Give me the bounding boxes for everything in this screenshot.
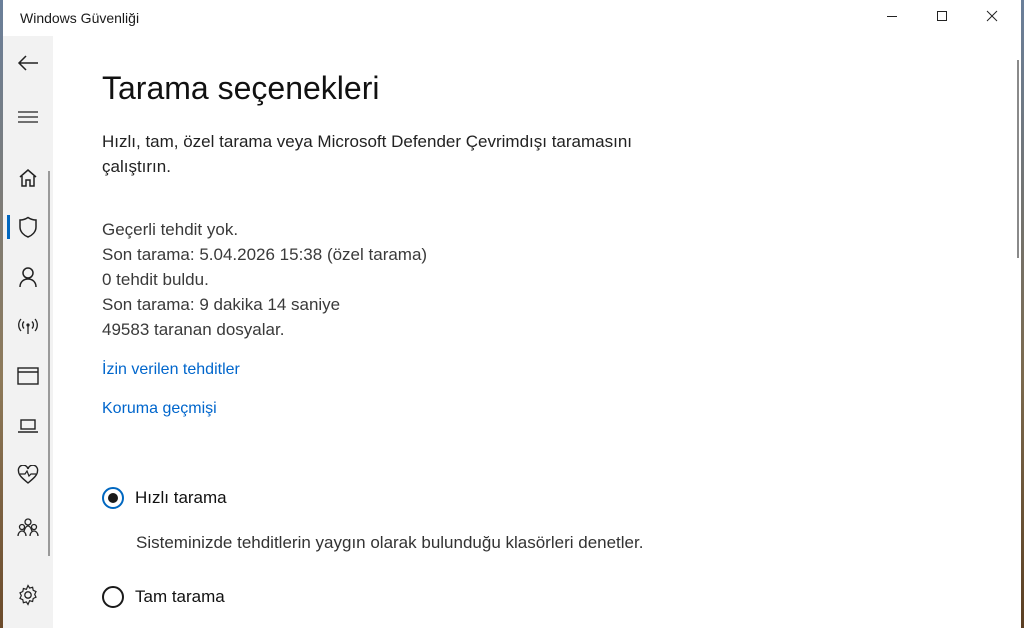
windows-security-window: Windows Güvenliği Tarama seçenekleri Hız… — [0, 0, 1024, 628]
full-scan-radio[interactable] — [102, 586, 124, 608]
full-scan-option[interactable]: Tam tarama — [102, 586, 225, 608]
scan-duration: Son tarama: 9 dakika 14 saniye — [102, 295, 341, 314]
quick-scan-description: Sisteminizde tehditlerin yaygın olarak b… — [136, 533, 644, 552]
hamburger-menu-icon — [18, 111, 38, 123]
back-button[interactable] — [3, 43, 53, 83]
allowed-threats-link[interactable]: İzin verilen tehditler — [102, 361, 240, 379]
minimize-icon — [887, 16, 897, 17]
shield-icon — [19, 216, 37, 238]
person-icon — [19, 267, 37, 288]
quick-scan-radio[interactable] — [102, 487, 124, 509]
laptop-icon — [18, 419, 38, 433]
wireless-icon — [18, 318, 38, 334]
nav-home[interactable] — [3, 158, 53, 198]
title-bar: Windows Güvenliği — [3, 0, 1021, 36]
threats-found: 0 tehdit buldu. — [102, 270, 209, 289]
maximize-icon — [937, 11, 947, 21]
quick-scan-label: Hızlı tarama — [135, 488, 227, 507]
nav-firewall-network[interactable] — [3, 306, 53, 346]
page-description: Hızlı, tam, özel tarama veya Microsoft D… — [102, 132, 633, 176]
close-button[interactable] — [969, 0, 1015, 32]
threat-status: Geçerli tehdit yok. — [102, 220, 239, 239]
radio-selected-dot — [108, 493, 118, 503]
protection-history-link[interactable]: Koruma geçmişi — [102, 400, 217, 418]
navigation-rail — [3, 36, 53, 628]
app-browser-icon — [17, 367, 39, 385]
main-content: Tarama seçenekleri Hızlı, tam, özel tara… — [53, 36, 1021, 628]
close-icon — [986, 10, 998, 22]
nav-family-options[interactable] — [3, 507, 53, 547]
home-icon — [19, 169, 37, 187]
nav-device-security[interactable] — [3, 406, 53, 446]
back-arrow-icon — [17, 55, 38, 71]
heart-pulse-icon — [17, 465, 39, 484]
quick-scan-option[interactable]: Hızlı tarama — [102, 487, 227, 509]
minimize-button[interactable] — [869, 0, 915, 32]
nav-virus-protection[interactable] — [3, 207, 53, 247]
nav-settings[interactable] — [3, 575, 53, 615]
window-title: Windows Güvenliği — [20, 10, 140, 26]
nav-account-protection[interactable] — [3, 257, 53, 297]
family-icon — [17, 518, 39, 537]
menu-button[interactable] — [3, 97, 53, 137]
maximize-button[interactable] — [919, 0, 965, 32]
page-title: Tarama seçenekleri — [102, 70, 380, 106]
last-scan-info: Son tarama: 5.04.2026 15:38 (özel tarama… — [102, 245, 428, 264]
nav-app-browser-control[interactable] — [3, 356, 53, 396]
full-scan-label: Tam tarama — [135, 587, 225, 606]
gear-icon — [19, 584, 37, 606]
scanned-files: 49583 taranan dosyalar. — [102, 320, 285, 339]
nav-device-performance-health[interactable] — [3, 455, 53, 495]
content-scrollbar[interactable] — [1017, 60, 1019, 258]
scan-status: Geçerli tehdit yok. Son tarama: 5.04.202… — [102, 217, 427, 342]
